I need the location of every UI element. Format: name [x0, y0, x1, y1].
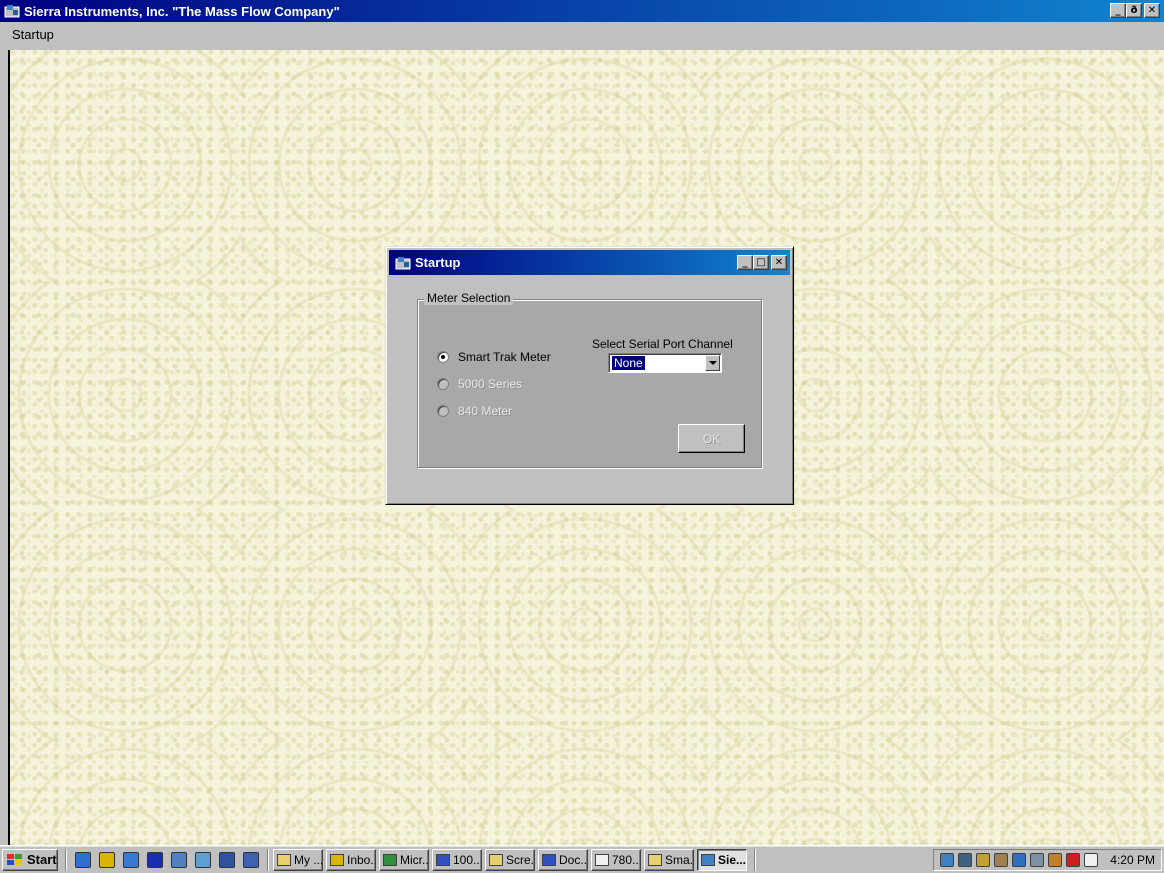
- eraser-icon[interactable]: [994, 852, 1009, 867]
- dialog-app-icon: [395, 256, 411, 270]
- close-button[interactable]: ✕: [1144, 3, 1160, 18]
- task-label: Doc...: [559, 852, 588, 867]
- taskbar-separator: [267, 848, 269, 871]
- main-window-title: Sierra Instruments, Inc. "The Mass Flow …: [24, 3, 340, 19]
- speaker-icon[interactable]: [1048, 852, 1063, 867]
- taskbar-task-button[interactable]: Inbo...: [326, 848, 376, 871]
- chevron-down-icon: [708, 361, 717, 365]
- task-app-icon: [277, 853, 291, 866]
- window-icon[interactable]: [171, 851, 187, 868]
- taskbar-task-button[interactable]: 780...: [591, 848, 641, 871]
- quick-launch: [71, 851, 263, 868]
- radio-5000-series[interactable]: 5000 Series: [437, 377, 522, 391]
- close-icon: ✕: [774, 256, 784, 268]
- start-label: Start: [27, 852, 57, 867]
- radio-smart-trak[interactable]: Smart Trak Meter: [437, 350, 551, 364]
- app-icon: [4, 4, 20, 18]
- taskbar-task-button[interactable]: Sma...: [644, 848, 694, 871]
- start-button[interactable]: Start: [2, 848, 58, 871]
- radio-button[interactable]: [437, 378, 449, 390]
- taskbar-task-button[interactable]: Micr...: [379, 848, 429, 871]
- task-label: My ...: [294, 852, 323, 867]
- task-app-icon: [330, 853, 344, 866]
- mail-icon[interactable]: [1084, 852, 1099, 867]
- meter-selection-label: Meter Selection: [424, 291, 514, 305]
- dialog-close-button[interactable]: ✕: [771, 255, 787, 270]
- clock[interactable]: 4:20 PM: [1110, 853, 1155, 867]
- desktop-icon[interactable]: [123, 851, 139, 868]
- tray-icons: [940, 852, 1102, 867]
- main-titlebar[interactable]: Sierra Instruments, Inc. "The Mass Flow …: [0, 0, 1164, 22]
- channels-icon[interactable]: [147, 851, 163, 868]
- task-list: My ... Inbo... Micr... 100... Scre... Doc... 7…: [273, 848, 750, 871]
- dialog-title: Startup: [415, 255, 461, 270]
- restore-icon: ð: [1130, 4, 1138, 16]
- system-tray: 4:20 PM: [933, 848, 1162, 871]
- taskbar-task-button[interactable]: 100...: [432, 848, 482, 871]
- task-app-icon: [542, 853, 556, 866]
- radio-label: Smart Trak Meter: [458, 350, 551, 364]
- internet-explorer-icon[interactable]: [75, 851, 91, 868]
- task-app-icon: [701, 853, 715, 866]
- task-label: Scre...: [506, 852, 535, 867]
- task-label: Inbo...: [347, 852, 375, 867]
- maximize-button[interactable]: ð: [1126, 3, 1142, 18]
- startup-dialog: Startup _ □ ✕ Meter Selection Smart Trak…: [385, 246, 794, 505]
- taskbar-task-button[interactable]: Scre...: [485, 848, 535, 871]
- taskbar-task-button[interactable]: Doc...: [538, 848, 588, 871]
- close-icon: ✕: [1147, 4, 1157, 16]
- radio-840-meter[interactable]: 840 Meter: [437, 404, 512, 418]
- radio-button[interactable]: [437, 405, 449, 417]
- outlook-icon[interactable]: [99, 851, 115, 868]
- dropdown-button[interactable]: [705, 355, 720, 371]
- ok-button[interactable]: OK: [678, 424, 745, 453]
- search-icon[interactable]: [219, 851, 235, 868]
- radio-label: 5000 Series: [458, 377, 523, 391]
- task-label: 780...: [612, 852, 641, 867]
- pen-icon[interactable]: [976, 852, 991, 867]
- cpu-icon[interactable]: [1030, 852, 1045, 867]
- windows-logo-icon: [6, 853, 24, 867]
- dialog-maximize-button[interactable]: □: [753, 255, 769, 270]
- task-app-icon: [436, 853, 450, 866]
- acrobat-icon[interactable]: [1066, 852, 1081, 867]
- meter-selection-group: Meter Selection Smart Trak Meter 5000 Se…: [417, 291, 762, 468]
- task-label: 100...: [453, 852, 482, 867]
- taskbar-task-button[interactable]: My ...: [273, 848, 323, 871]
- task-label: Sma...: [665, 852, 694, 867]
- radio-button-checked[interactable]: [437, 351, 449, 363]
- minimize-icon: _: [742, 256, 748, 268]
- network-icon[interactable]: [940, 852, 955, 867]
- notepad-icon[interactable]: [195, 851, 211, 868]
- serial-port-select[interactable]: None: [608, 353, 722, 373]
- maximize-icon: □: [756, 256, 766, 268]
- taskbar-separator: [754, 848, 756, 871]
- shield-icon[interactable]: [1012, 852, 1027, 867]
- taskbar: Start My ... Inbo... Micr... 100... Scre... D…: [0, 845, 1164, 873]
- task-app-icon: [595, 853, 609, 866]
- task-label: Sie...: [718, 852, 747, 867]
- serial-port-value: None: [612, 356, 645, 370]
- task-app-icon: [648, 853, 662, 866]
- serial-port-label: Select Serial Port Channel: [592, 337, 733, 351]
- taskbar-separator: [65, 848, 67, 871]
- task-app-icon: [383, 853, 397, 866]
- task-label: Micr...: [400, 852, 429, 867]
- minimize-button[interactable]: _: [1110, 3, 1126, 18]
- minimize-icon: _: [1115, 4, 1121, 16]
- dialog-minimize-button[interactable]: _: [737, 255, 753, 270]
- taskbar-task-button[interactable]: Sie...: [697, 848, 747, 871]
- menubar: Startup: [0, 22, 1164, 50]
- main-window: Sierra Instruments, Inc. "The Mass Flow …: [0, 0, 1164, 845]
- dialog-titlebar[interactable]: Startup _ □ ✕: [389, 250, 790, 275]
- radio-label: 840 Meter: [458, 404, 513, 418]
- menu-startup[interactable]: Startup: [12, 27, 54, 42]
- document-icon[interactable]: [243, 851, 259, 868]
- task-app-icon: [489, 853, 503, 866]
- monitor-icon[interactable]: [958, 852, 973, 867]
